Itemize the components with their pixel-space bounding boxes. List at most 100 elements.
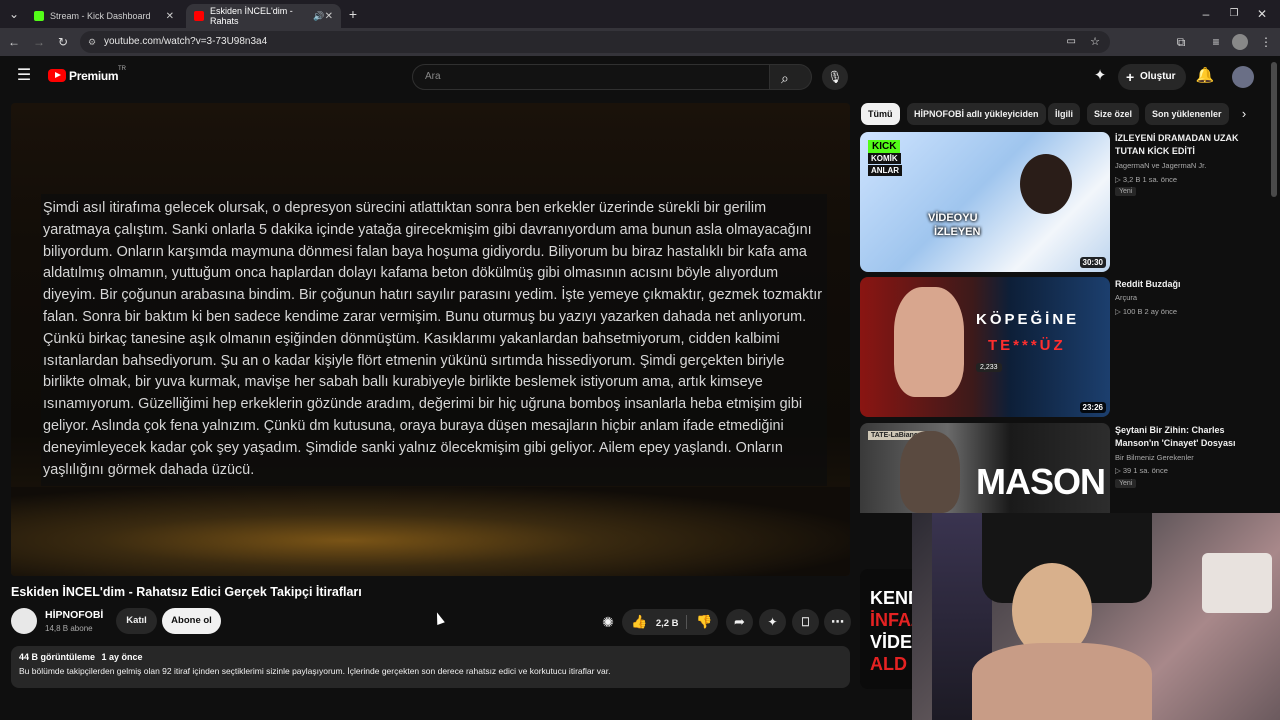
close-tab-icon[interactable]: ✕ xyxy=(325,11,333,22)
channel-name[interactable]: HİPNOFOBİ xyxy=(45,609,103,621)
webcam-poster xyxy=(1202,553,1272,613)
thumb-anlar-text: ANLAR xyxy=(868,165,902,176)
thumb-text-line: VİDEO xyxy=(870,632,912,652)
subscriber-count: 14,8 B abone xyxy=(45,624,93,633)
chip-related[interactable]: İlgili xyxy=(1048,103,1080,125)
thumb-person-head xyxy=(1020,154,1072,214)
tab-youtube-video[interactable]: Eskiden İNCEL'dim - Rahats 🔊 ✕ xyxy=(186,4,341,28)
stats-text: 100 B 2 ay önce xyxy=(1122,307,1178,316)
thumb-kick-text: KICK xyxy=(868,140,901,153)
like-count[interactable]: 2,2 B xyxy=(656,618,679,629)
views-icon: ▷ xyxy=(1115,466,1123,475)
recommendation-title[interactable]: Reddit Buzdağı xyxy=(1115,278,1240,291)
views-icon: ▷ xyxy=(1115,307,1123,316)
tab-label: Stream - Kick Dashboard xyxy=(50,11,151,21)
thumb-person-face xyxy=(900,431,960,513)
channel-avatar[interactable] xyxy=(11,608,37,634)
recommendation-title[interactable]: Şeytani Bir Zihin: Charles Manson'ın 'Ci… xyxy=(1115,424,1240,449)
new-badge: Yeni xyxy=(1115,479,1137,488)
recommendation-channel[interactable]: Arçura xyxy=(1115,293,1137,302)
thumb-text-line: ALD xyxy=(870,654,907,674)
video-title: Eskiden İNCEL'dim - Rahatsız Edici Gerçe… xyxy=(11,585,362,599)
minimize-icon[interactable]: – xyxy=(1198,6,1214,22)
youtube-logo-text[interactable]: Premium xyxy=(69,69,119,83)
profile-icon[interactable] xyxy=(1232,34,1248,50)
forward-icon[interactable]: → xyxy=(31,34,47,50)
recommendation-channel[interactable]: JagermaN ve JagermaN Jr. xyxy=(1115,161,1206,170)
recommendation-thumbnail[interactable]: KEND İNFAZ VİDEO ALD xyxy=(860,569,912,689)
subscribe-button[interactable]: Abone ol xyxy=(162,608,221,634)
close-window-icon[interactable]: ✕ xyxy=(1254,6,1270,22)
like-dislike-group: 👍 2,2 B 👎 xyxy=(622,609,718,635)
site-info-icon[interactable]: ⚙ xyxy=(88,31,96,53)
browser-address-bar: ← → ↻ ⚙ youtube.com/watch?v=3-73U98n3a4 … xyxy=(0,28,1280,56)
audio-playing-icon[interactable]: 🔊 xyxy=(313,11,324,22)
thumb-text-line: İNFAZ xyxy=(870,610,912,630)
webcam-person-body xyxy=(972,643,1152,720)
recommendation-stats: ▷ 3,2 B 1 sa. önce xyxy=(1115,175,1177,184)
upload-age: 1 ay önce xyxy=(101,652,143,662)
url-field[interactable]: ⚙ youtube.com/watch?v=3-73U98n3a4 ▭ ☆ xyxy=(80,31,1110,53)
recommendation-thumbnail[interactable]: KICK KOMİK ANLAR VİDEOYU İZLEYEN 30:30 xyxy=(860,132,1110,272)
ai-summary-icon[interactable]: ✺ xyxy=(598,612,618,632)
reading-list-icon[interactable]: ≡ xyxy=(1208,34,1224,50)
recommendation-stats: ▷ 39 1 sa. önce xyxy=(1115,466,1168,475)
divider xyxy=(686,615,687,629)
recommendation-stats: ▷ 100 B 2 ay önce xyxy=(1115,307,1177,316)
notifications-bell-icon[interactable]: 🔔 xyxy=(1195,66,1215,86)
thumb-izleyen-text: İZLEYEN xyxy=(934,226,981,238)
stats-text: 39 1 sa. önce xyxy=(1122,466,1168,475)
chevron-right-icon[interactable]: › xyxy=(1234,104,1254,124)
save-icon[interactable]: ⎕ xyxy=(792,609,819,635)
views-icon: ▷ xyxy=(1115,175,1123,184)
recommendation-title[interactable]: İZLEYENİ DRAMADAN UZAK TUTAN KİCK EDİTİ xyxy=(1115,132,1240,157)
extensions-icon[interactable]: ⧉ xyxy=(1173,34,1189,50)
recommendation-thumbnail[interactable]: TATE-LaBianca MASON xyxy=(860,423,1110,513)
recommendation-channel[interactable]: Bir Bilmeniz Gerekenler xyxy=(1115,453,1194,462)
close-tab-icon[interactable]: ✕ xyxy=(166,11,174,22)
chip-from-uploader[interactable]: HİPNOFOBİ adlı yükleyiciden xyxy=(907,103,1046,125)
create-button[interactable]: + Oluştur xyxy=(1118,64,1186,90)
tab-search-icon[interactable]: ⌄ xyxy=(6,6,22,22)
voice-search-button[interactable]: 🎙 xyxy=(822,64,848,90)
ask-ai-icon[interactable]: ✦ xyxy=(759,609,786,635)
thumb-videoyu-text: VİDEOYU xyxy=(928,212,978,224)
new-tab-icon[interactable]: + xyxy=(345,6,361,22)
page-scrollbar[interactable] xyxy=(1271,62,1277,197)
description-box[interactable]: 44 B görüntüleme 1 ay önce Bu bölümde ta… xyxy=(11,646,850,688)
thumb-vote-count: 2,233 xyxy=(976,363,1002,372)
join-button[interactable]: Katıl xyxy=(116,608,157,634)
tab-kick-dashboard[interactable]: Stream - Kick Dashboard ✕ xyxy=(26,4,182,28)
youtube-logo-icon[interactable] xyxy=(48,69,66,82)
bookmark-star-icon[interactable]: ☆ xyxy=(1090,31,1100,53)
search-button[interactable]: ⌕ xyxy=(770,64,812,90)
thumbs-up-icon[interactable]: 👍 xyxy=(631,614,647,629)
account-avatar[interactable] xyxy=(1232,66,1254,88)
more-options-icon[interactable]: ⋯ xyxy=(824,609,851,635)
recommendation-thumbnail[interactable]: KÖPEĞİNE TE***ÜZ 2,233 23:26 xyxy=(860,277,1110,417)
reload-icon[interactable]: ↻ xyxy=(55,34,71,50)
view-count: 44 B görüntüleme xyxy=(19,652,96,662)
cast-icon[interactable]: ▭ xyxy=(1067,31,1076,53)
hamburger-menu-icon[interactable]: ☰ xyxy=(14,66,34,86)
thumb-person-face xyxy=(894,287,964,397)
thumb-mason-text: MASON xyxy=(976,461,1106,502)
channel-switch-icon[interactable]: ✦ xyxy=(1090,66,1110,86)
kick-favicon-icon xyxy=(34,11,44,21)
chip-for-you[interactable]: Size özel xyxy=(1087,103,1140,125)
share-icon[interactable]: ➦ xyxy=(726,609,753,635)
youtube-favicon-icon xyxy=(194,11,204,21)
thumbs-down-icon[interactable]: 👎 xyxy=(696,609,712,635)
mouse-cursor-icon xyxy=(433,610,445,626)
chip-all[interactable]: Tümü xyxy=(861,103,900,125)
video-player[interactable]: Şimdi asıl itirafıma gelecek olursak, o … xyxy=(11,103,850,576)
search-input[interactable]: Ara xyxy=(412,64,770,90)
chip-recent[interactable]: Son yüklenenler xyxy=(1145,103,1229,125)
thumb-kopegine-text: KÖPEĞİNE xyxy=(976,311,1080,328)
maximize-icon[interactable]: ❐ xyxy=(1226,6,1242,22)
back-icon[interactable]: ← xyxy=(6,34,22,50)
video-confession-text: Şimdi asıl itirafıma gelecek olursak, o … xyxy=(41,194,827,486)
search-icon: ⌕ xyxy=(781,70,789,86)
browser-menu-icon[interactable]: ⋮ xyxy=(1258,34,1274,50)
url-text: youtube.com/watch?v=3-73U98n3a4 xyxy=(104,36,268,47)
